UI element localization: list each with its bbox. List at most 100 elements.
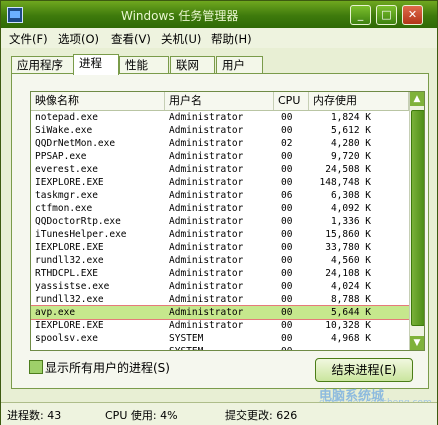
menu-help[interactable]: 帮助(H) (211, 31, 252, 47)
image-name-cell: IEXPLORE.EXE (35, 320, 104, 331)
memory-cell: 1,336 K (330, 216, 371, 227)
cpu-cell: 06 (281, 190, 293, 201)
table-row[interactable]: taskmgr.exe Administrator 06 6,308 K (31, 189, 409, 202)
image-name-cell: avp.exe (35, 307, 76, 318)
end-process-button[interactable]: 结束进程(E) (315, 358, 413, 382)
user-name-cell: Administrator (169, 138, 244, 149)
vertical-scrollbar[interactable]: ▲ ▼ (409, 92, 424, 350)
menu-bar: 文件(F) 选项(O) 查看(V) 关机(U) 帮助(H) (1, 28, 437, 48)
image-name-cell: IEXPLORE.EXE (35, 177, 104, 188)
image-name-cell: ctfmon.exe (35, 203, 93, 214)
process-list[interactable]: 映像名称 用户名 CPU 内存使用 notepad.exe Administrat… (30, 91, 425, 351)
menu-file[interactable]: 文件(F) (9, 31, 48, 47)
column-user-name[interactable]: 用户名 (165, 92, 274, 110)
table-row[interactable]: SiWake.exe Administrator 00 5,612 K (31, 124, 409, 137)
image-name-cell: taskmgr.exe (35, 190, 98, 201)
memory-cell: 5,612 K (330, 125, 371, 136)
user-name-cell: Administrator (169, 164, 244, 175)
table-row[interactable]: QQDoctorRtp.exe Administrator 00 1,336 K (31, 215, 409, 228)
cpu-cell: 00 (281, 320, 293, 331)
user-name-cell: SYSTEM (169, 345, 203, 350)
user-name-cell: Administrator (169, 268, 244, 279)
table-row[interactable]: notepad.exe Administrator 00 1,824 K (31, 111, 409, 124)
minimize-button[interactable]: _ (350, 5, 371, 25)
image-name-cell: iTunesHelper.exe (35, 229, 127, 240)
task-manager-window: Windows 任务管理器 _ □ ✕ 文件(F) 选项(O) 查看(V) 关机… (0, 0, 438, 425)
user-name-cell: Administrator (169, 307, 244, 318)
tab-processes[interactable]: 进程 (73, 54, 119, 75)
user-name-cell: Administrator (169, 151, 244, 162)
show-all-checkbox[interactable] (29, 360, 43, 374)
cpu-cell: 00 (281, 255, 293, 266)
image-name-cell: rundll32.exe (35, 294, 104, 305)
user-name-cell: Administrator (169, 203, 244, 214)
cpu-cell: 00 (281, 242, 293, 253)
task-manager-icon (7, 7, 23, 23)
image-name-cell: spoolsv.exe (35, 333, 98, 344)
user-name-cell: Administrator (169, 216, 244, 227)
memory-cell: 1,824 K (330, 112, 371, 123)
cpu-cell: 00 (281, 203, 293, 214)
memory-cell: 33,780 K (325, 242, 371, 253)
menu-shutdown[interactable]: 关机(U) (161, 31, 201, 47)
table-row[interactable]: QQDrNetMon.exe Administrator 02 4,280 K (31, 137, 409, 150)
menu-view[interactable]: 查看(V) (111, 31, 151, 47)
image-name-cell: rundll32.exe (35, 255, 104, 266)
scroll-down-icon[interactable]: ▼ (410, 336, 424, 350)
column-memory[interactable]: 内存使用 (309, 92, 409, 110)
memory-cell: 4,024 K (330, 281, 371, 292)
scroll-thumb[interactable] (411, 110, 424, 326)
table-row[interactable]: IEXPLORE.EXE Administrator 00 33,780 K (31, 241, 409, 254)
tab-users[interactable]: 用户 (216, 56, 263, 74)
window-title: Windows 任务管理器 (121, 9, 239, 23)
user-name-cell: Administrator (169, 229, 244, 240)
user-name-cell: Administrator (169, 242, 244, 253)
tab-performance[interactable]: 性能 (119, 56, 169, 74)
image-name-cell: notepad.exe (35, 112, 98, 123)
table-row[interactable]: PPSAP.exe Administrator 00 9,720 K (31, 150, 409, 163)
memory-cell: 148,748 K (319, 177, 371, 188)
status-cpu-usage: CPU 使用: 4% (105, 409, 178, 422)
user-name-cell: Administrator (169, 255, 244, 266)
image-name-cell: IEXPLORE.EXE (35, 242, 104, 253)
user-name-cell: Administrator (169, 281, 244, 292)
cpu-cell: 00 (281, 294, 293, 305)
table-row[interactable]: everest.exe Administrator 00 24,508 K (31, 163, 409, 176)
image-name-cell: QQDrNetMon.exe (35, 138, 116, 149)
table-row[interactable]: iTunesHelper.exe Administrator 00 15,860 K (31, 228, 409, 241)
user-name-cell: Administrator (169, 294, 244, 305)
tab-applications[interactable]: 应用程序 (11, 56, 74, 74)
table-row[interactable]: SYSTEM 00 (31, 345, 409, 350)
close-button[interactable]: ✕ (402, 5, 423, 25)
cpu-cell: 00 (281, 307, 293, 318)
image-name-cell: RTHDCPL.EXE (35, 268, 98, 279)
column-cpu[interactable]: CPU (274, 92, 309, 110)
user-name-cell: SYSTEM (169, 333, 204, 344)
table-row[interactable]: RTHDCPL.EXE Administrator 00 24,108 K (31, 267, 409, 280)
column-image-name[interactable]: 映像名称 (31, 92, 165, 110)
image-name-cell: everest.exe (35, 164, 98, 175)
memory-cell: 4,968 K (330, 333, 371, 344)
memory-cell: 15,860 K (325, 229, 371, 240)
table-row[interactable]: yassistse.exe Administrator 00 4,024 K (31, 280, 409, 293)
cpu-cell: 00 (281, 345, 292, 350)
table-row[interactable]: spoolsv.exe SYSTEM 00 4,968 K (31, 332, 409, 345)
table-row[interactable]: rundll32.exe Administrator 00 8,788 K (31, 293, 409, 306)
tab-networking[interactable]: 联网 (170, 56, 215, 74)
table-row[interactable]: IEXPLORE.EXE Administrator 00 10,328 K (31, 319, 409, 332)
table-row[interactable]: rundll32.exe Administrator 00 4,560 K (31, 254, 409, 267)
title-bar[interactable]: Windows 任务管理器 _ □ ✕ (1, 1, 437, 28)
table-row[interactable]: IEXPLORE.EXE Administrator 00 148,748 K (31, 176, 409, 189)
table-row[interactable]: ctfmon.exe Administrator 00 4,092 K (31, 202, 409, 215)
table-row[interactable]: avp.exe Administrator 00 5,644 K (31, 305, 410, 320)
maximize-button[interactable]: □ (376, 5, 397, 25)
cpu-cell: 02 (281, 138, 293, 149)
status-commit-charge: 提交更改: 626 (225, 409, 298, 422)
scroll-up-icon[interactable]: ▲ (410, 92, 424, 106)
memory-cell: 24,508 K (325, 164, 371, 175)
user-name-cell: Administrator (169, 177, 244, 188)
image-name-cell: PPSAP.exe (35, 151, 87, 162)
memory-cell: 4,280 K (330, 138, 371, 149)
menu-options[interactable]: 选项(O) (58, 31, 99, 47)
processes-panel: 映像名称 用户名 CPU 内存使用 notepad.exe Administrat… (11, 73, 429, 389)
